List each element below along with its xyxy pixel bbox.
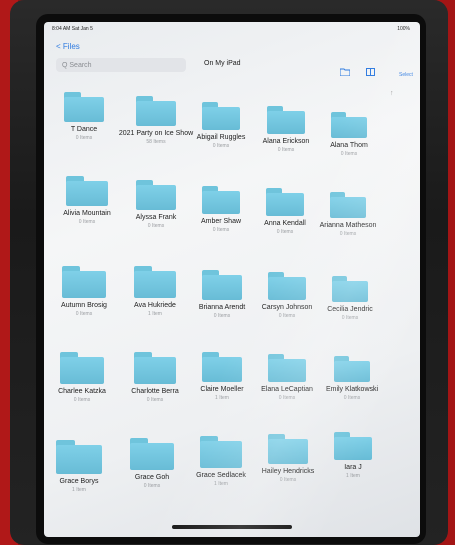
- folder-icon: [268, 354, 306, 382]
- status-battery: 100%: [397, 26, 410, 32]
- folder-icon: [332, 276, 368, 302]
- ipad-screen: 8:04 AM Sat Jan 5 100% < Files Q Search …: [44, 22, 420, 537]
- folder-item-count: 0 Items: [78, 219, 96, 225]
- folder-name: Iara J: [344, 464, 362, 471]
- folder-item[interactable]: Charlee Katzka 0 Items: [44, 352, 122, 403]
- folder-item-count: 0 Items: [75, 135, 93, 141]
- folder-item[interactable]: Iara J 1 Item: [313, 432, 393, 479]
- folder-icon: [66, 176, 108, 206]
- home-indicator: [172, 525, 292, 529]
- folder-icon: [202, 186, 240, 214]
- grid-view-icon[interactable]: [366, 68, 375, 76]
- folder-icon: [134, 352, 176, 384]
- folder-name: Alivia Mountain: [63, 210, 111, 217]
- folder-icon: [64, 92, 104, 122]
- folder-name: Grace Borys: [59, 478, 99, 485]
- folder-icon: [134, 266, 176, 298]
- folder-item-count: 0 Items: [341, 315, 359, 321]
- folder-icon: [266, 188, 304, 216]
- folder-icon: [60, 352, 104, 384]
- folder-icon: [130, 438, 174, 470]
- folder-icon: [334, 356, 370, 382]
- folder-item-count: 0 Items: [75, 311, 93, 317]
- folder-icon: [267, 106, 305, 134]
- folder-item-count: 0 Items: [340, 151, 358, 157]
- folder-name: Grace Goh: [134, 474, 170, 481]
- folder-icon: [202, 102, 240, 130]
- folder-name: Charlee Katzka: [58, 388, 106, 395]
- folder-icon: [136, 96, 176, 126]
- folder-icon: [56, 440, 102, 474]
- folder-item[interactable]: Grace Borys 1 Item: [44, 440, 119, 493]
- status-time: 8:04 AM Sat Jan 5: [52, 26, 93, 32]
- folder-item[interactable]: Alivia Mountain 0 Items: [47, 176, 127, 225]
- select-button[interactable]: Select: [399, 72, 413, 78]
- folder-item-count: 1 Item: [346, 473, 360, 479]
- search-input[interactable]: Q Search: [56, 58, 186, 72]
- folder-name: Cecilia Jendric: [327, 306, 373, 313]
- folder-item[interactable]: Alana Thom 0 Items: [309, 112, 389, 157]
- photo-scene: 8:04 AM Sat Jan 5 100% < Files Q Search …: [0, 0, 455, 545]
- folder-icon: [330, 192, 366, 218]
- folder-item-count: 0 Items: [339, 231, 357, 237]
- folder-item[interactable]: Autumn Brosig 0 Items: [44, 266, 124, 317]
- folder-item-count: 0 Items: [143, 483, 161, 489]
- folder-icon: [136, 180, 176, 210]
- folder-icon: [200, 436, 242, 468]
- folder-name: Arianna Matheson: [319, 222, 377, 229]
- back-button[interactable]: < Files: [56, 42, 80, 51]
- folder-item-count: 0 Items: [73, 397, 91, 403]
- folder-plus-icon[interactable]: [339, 68, 351, 77]
- folder-item[interactable]: Arianna Matheson 0 Items: [308, 192, 388, 237]
- folder-name: Alana Thom: [330, 142, 368, 149]
- folder-item-count: 0 Items: [343, 395, 361, 401]
- folder-item[interactable]: Grace Goh 0 Items: [112, 438, 192, 489]
- folder-icon: [268, 434, 308, 464]
- page-title: On My iPad: [204, 60, 241, 67]
- folder-name: Autumn Brosig: [61, 302, 107, 309]
- folder-icon: [334, 432, 372, 460]
- folder-name: Emily Klatkowski: [325, 386, 379, 393]
- folder-item-count: 1 Item: [72, 487, 86, 493]
- folder-item[interactable]: Emily Klatkowski 0 Items: [312, 356, 392, 401]
- folder-icon: [202, 352, 242, 382]
- sort-arrow-icon[interactable]: ↑: [390, 90, 394, 97]
- folder-icon: [202, 270, 242, 300]
- folder-item[interactable]: Cecilia Jendric 0 Items: [310, 276, 390, 321]
- folder-item[interactable]: T Dance 0 Items: [44, 92, 124, 141]
- folder-name: T Dance: [70, 126, 98, 133]
- folder-icon: [268, 272, 306, 300]
- folder-icon: [331, 112, 367, 138]
- folder-icon: [62, 266, 106, 298]
